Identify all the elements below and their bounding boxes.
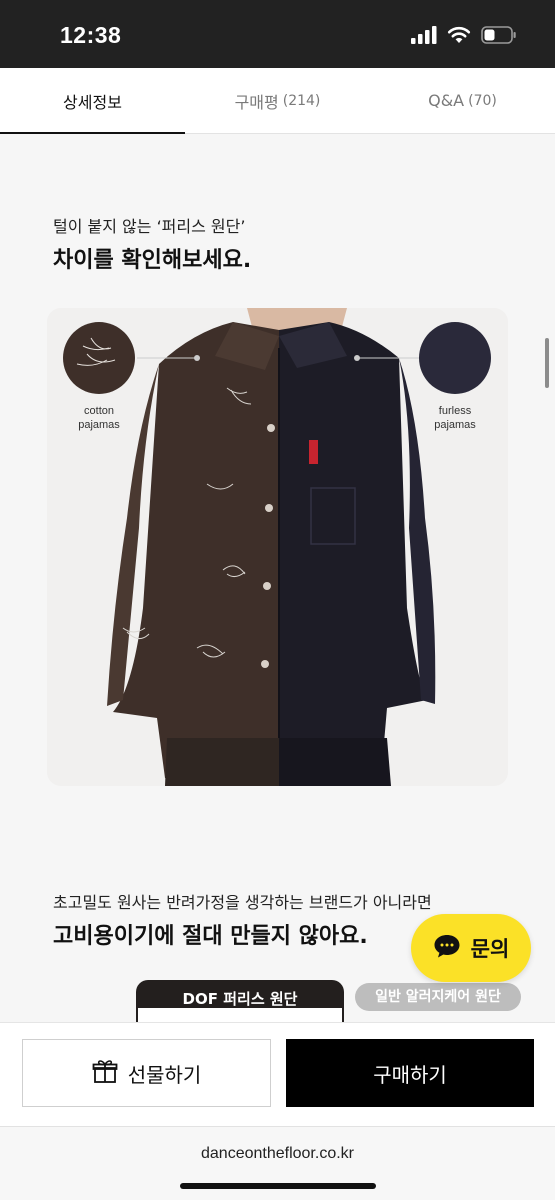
product-detail-content[interactable]: 털이 붙지 않는 ‘퍼리스 원단’ 차이를 확인해보세요. cotton paj… [0, 134, 555, 1022]
buy-label: 구매하기 [373, 1062, 447, 1087]
home-indicator[interactable] [180, 1183, 376, 1189]
tab-reviews[interactable]: 구매평 (214) [185, 68, 370, 133]
purchase-bar: 선물하기 구매하기 [0, 1022, 555, 1126]
tab-details[interactable]: 상세정보 [0, 68, 185, 134]
scrollbar[interactable] [545, 338, 549, 388]
battery-icon [481, 26, 517, 48]
gift-label: 선물하기 [127, 1062, 202, 1087]
signal-icon [411, 26, 437, 48]
url-text[interactable]: danceonthefloor.co.kr [0, 1145, 555, 1163]
intro-headline: 차이를 확인해보세요. [53, 248, 252, 273]
status-time: 12:38 [60, 22, 122, 48]
status-icons [411, 26, 517, 48]
inquiry-chat-button[interactable]: 문의 [411, 914, 531, 982]
tab-reviews-count: (214) [282, 92, 321, 109]
section2-headline: 고비용이기에 절대 만들지 않아요. [53, 924, 368, 949]
left-label-line1: cotton [84, 405, 114, 417]
compare-dof-panel [138, 1008, 342, 1022]
tab-qna-count: (70) [468, 92, 497, 109]
left-label-line2: pajamas [78, 419, 120, 431]
buy-button[interactable]: 구매하기 [286, 1039, 534, 1107]
chat-label: 문의 [470, 937, 510, 961]
tab-bar: 상세정보 구매평 (214) Q&A (70) [0, 68, 555, 134]
tab-details-label: 상세정보 [63, 92, 122, 112]
browser-url-bar[interactable]: danceonthefloor.co.kr [0, 1126, 555, 1200]
intro-subtitle: 털이 붙지 않는 ‘퍼리스 원단’ [53, 217, 246, 236]
chat-bubble-icon [433, 933, 461, 963]
tab-qna[interactable]: Q&A (70) [370, 68, 555, 133]
section2-subtitle: 초고밀도 원사는 반려가정을 생각하는 브랜드가 아니라면 [53, 893, 432, 912]
tab-qna-label: Q&A [428, 91, 465, 110]
right-label-line2: pajamas [434, 419, 476, 431]
status-bar: 12:38 [0, 0, 555, 68]
wifi-icon [447, 26, 471, 48]
pajamas-comparison-image: cotton pajamas furless pajamas [47, 308, 508, 786]
tab-reviews-label: 구매평 [234, 92, 279, 112]
battery-fill [484, 29, 495, 41]
right-label-line1: furless [439, 405, 472, 417]
gift-button[interactable]: 선물하기 [22, 1039, 271, 1107]
compare-normal-label: 일반 알러지케어 원단 [355, 983, 521, 1011]
gift-icon [92, 1058, 118, 1089]
